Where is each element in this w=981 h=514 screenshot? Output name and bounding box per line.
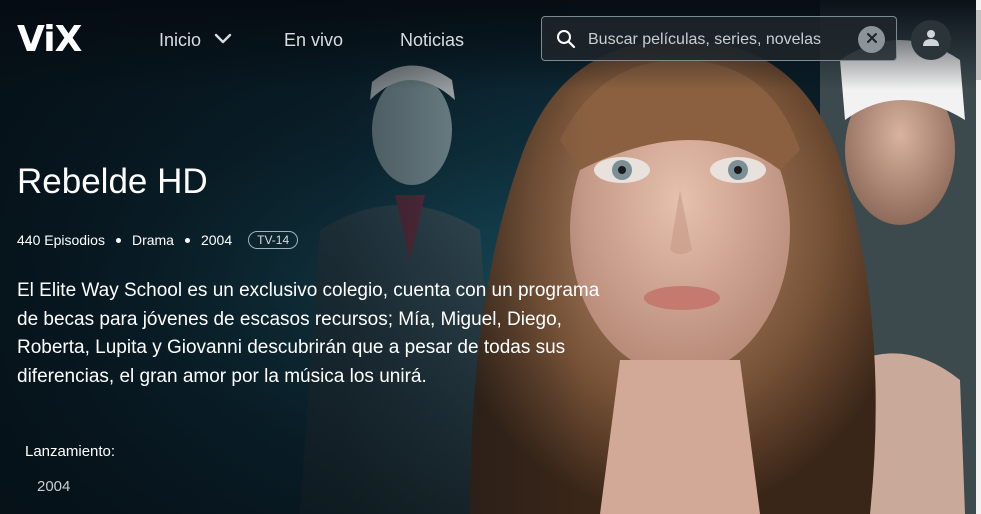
chevron-down-icon xyxy=(214,28,232,50)
search-box xyxy=(541,16,897,61)
clear-search-button[interactable] xyxy=(858,26,885,53)
nav-item-noticias[interactable]: Noticias xyxy=(400,29,464,51)
separator-dot xyxy=(184,237,190,243)
show-metadata: 440 Episodios Drama 2004 TV-14 xyxy=(17,231,299,249)
nav-item-label: Inicio xyxy=(159,30,202,50)
show-description: El Elite Way School es un exclusivo cole… xyxy=(17,280,600,387)
launch-value: 2004 xyxy=(37,478,71,495)
release-year: 2004 xyxy=(200,232,233,248)
page-scrollbar[interactable] xyxy=(976,0,981,514)
rating-badge: TV-14 xyxy=(248,231,299,249)
top-navigation: ViX Inicio En vivo Noticias xyxy=(0,0,976,80)
show-title: Rebelde HD xyxy=(17,162,208,201)
separator-dot xyxy=(115,237,121,243)
scrollbar-thumb[interactable] xyxy=(976,10,981,80)
vix-logo[interactable]: ViX xyxy=(17,22,82,58)
search-input[interactable] xyxy=(586,28,850,52)
nav-item-en-vivo[interactable]: En vivo xyxy=(284,29,343,51)
user-icon xyxy=(922,29,940,52)
genre: Drama xyxy=(131,232,174,248)
episode-count: 440 Episodios xyxy=(17,232,105,248)
launch-label: Lanzamiento: xyxy=(25,443,116,460)
search-icon[interactable] xyxy=(556,29,576,54)
profile-button[interactable] xyxy=(911,20,951,60)
nav-item-inicio[interactable]: Inicio xyxy=(159,29,232,51)
close-icon xyxy=(866,31,878,49)
